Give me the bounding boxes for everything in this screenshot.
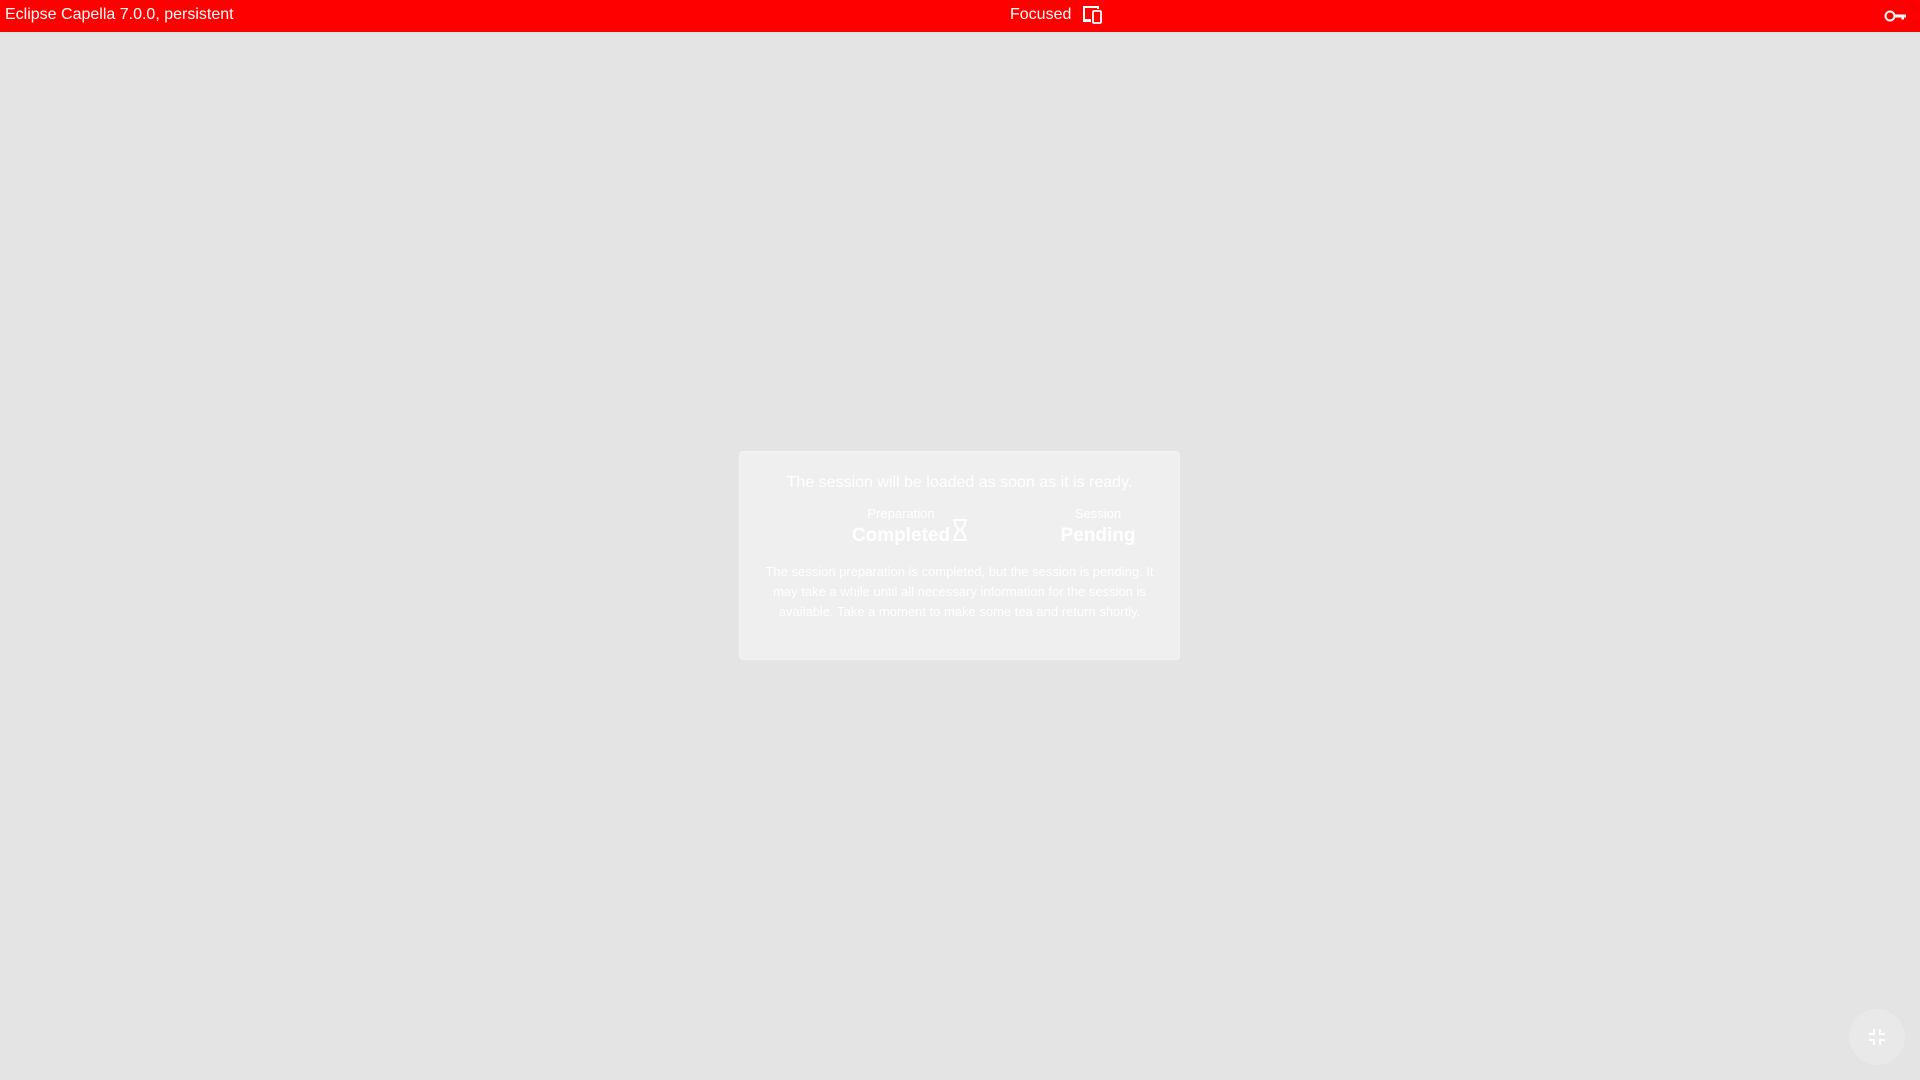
devices-icon [1083, 6, 1103, 24]
hourglass-icon [953, 519, 967, 541]
preparation-value: Completed [851, 525, 951, 546]
session-status-card: The session will be loaded as soon as it… [739, 451, 1180, 660]
preparation-status: Preparation Completed [831, 506, 971, 547]
fullscreen-exit-icon [1869, 1029, 1885, 1045]
card-headline: The session will be loaded as soon as it… [786, 474, 1133, 491]
focus-mode-toggle[interactable]: Focused [1010, 6, 1103, 24]
session-title: Eclipse Capella 7.0.0, persistent [5, 6, 234, 23]
session-status: Session Pending [1028, 506, 1168, 547]
session-label: Session [1074, 506, 1122, 521]
top-bar: Eclipse Capella 7.0.0, persistent Focuse… [0, 0, 1920, 32]
focus-mode-label: Focused [1010, 6, 1072, 23]
card-description: The session preparation is completed, bu… [765, 564, 1154, 619]
preparation-label: Preparation [867, 506, 935, 521]
session-value: Pending [1060, 525, 1136, 546]
key-icon[interactable] [1884, 6, 1908, 26]
fullscreen-exit-button[interactable] [1849, 1009, 1905, 1065]
